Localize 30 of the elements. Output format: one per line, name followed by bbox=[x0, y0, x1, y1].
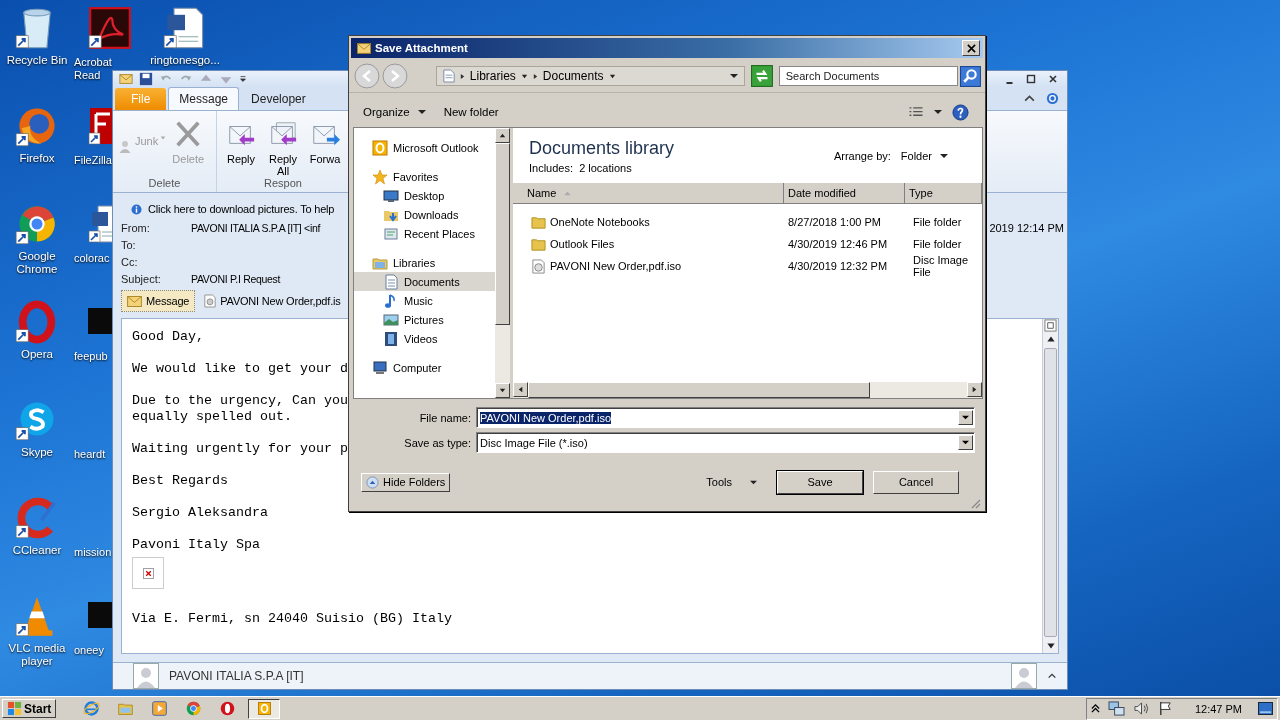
body-paragraph: Via E. Fermi, sn 24040 Suisio (BG) Italy bbox=[132, 611, 452, 627]
ribbon-group-label: Delete bbox=[147, 177, 182, 191]
table-cell-text: File folder bbox=[912, 216, 963, 228]
body-paragraph: Due to the urgency, Can you equally spelled out. bbox=[132, 393, 348, 425]
info-text: Click here to download pictures. To help bbox=[148, 203, 335, 215]
arrange-label: Arrange by: bbox=[833, 149, 891, 162]
header-label: To: bbox=[121, 238, 137, 251]
header-label: Subject: bbox=[121, 272, 162, 285]
dialog-title: Save Attachment bbox=[375, 42, 468, 54]
header-value: PAVONI P.I Request bbox=[191, 272, 281, 285]
header-label: From: bbox=[121, 221, 151, 234]
library-title: Documents library bbox=[529, 137, 676, 159]
header-value: PAVONI ITALIA S.P.A [IT] <inf bbox=[191, 221, 321, 234]
body-paragraph: Good Day, bbox=[132, 329, 204, 345]
ribbon-group-label: Respon bbox=[263, 177, 303, 191]
body-paragraph: We would like to get your d bbox=[132, 361, 348, 377]
field-label: Save as type: bbox=[403, 436, 471, 449]
table-cell-text: Disc Image File bbox=[912, 254, 970, 278]
body-paragraph: Best Regards bbox=[132, 473, 228, 489]
table-cell-text: 4/30/2019 12:46 PM bbox=[787, 238, 889, 250]
body-paragraph: Waiting urgently for your p bbox=[132, 441, 348, 457]
field-label: File name: bbox=[418, 411, 471, 424]
sent-time: 2019 12:14 PM bbox=[989, 221, 1064, 234]
table-cell-text: File folder bbox=[912, 238, 963, 250]
library-subtitle: Includes: 2 locations bbox=[529, 161, 633, 174]
table-cell-text: 8/27/2018 1:00 PM bbox=[787, 216, 882, 228]
body-paragraph: Sergio Aleksandra bbox=[132, 505, 268, 521]
table-cell-text: 4/30/2019 12:32 PM bbox=[787, 260, 889, 272]
body-paragraph: Pavoni Italy Spa bbox=[132, 537, 260, 553]
header-label: Cc: bbox=[121, 255, 139, 268]
